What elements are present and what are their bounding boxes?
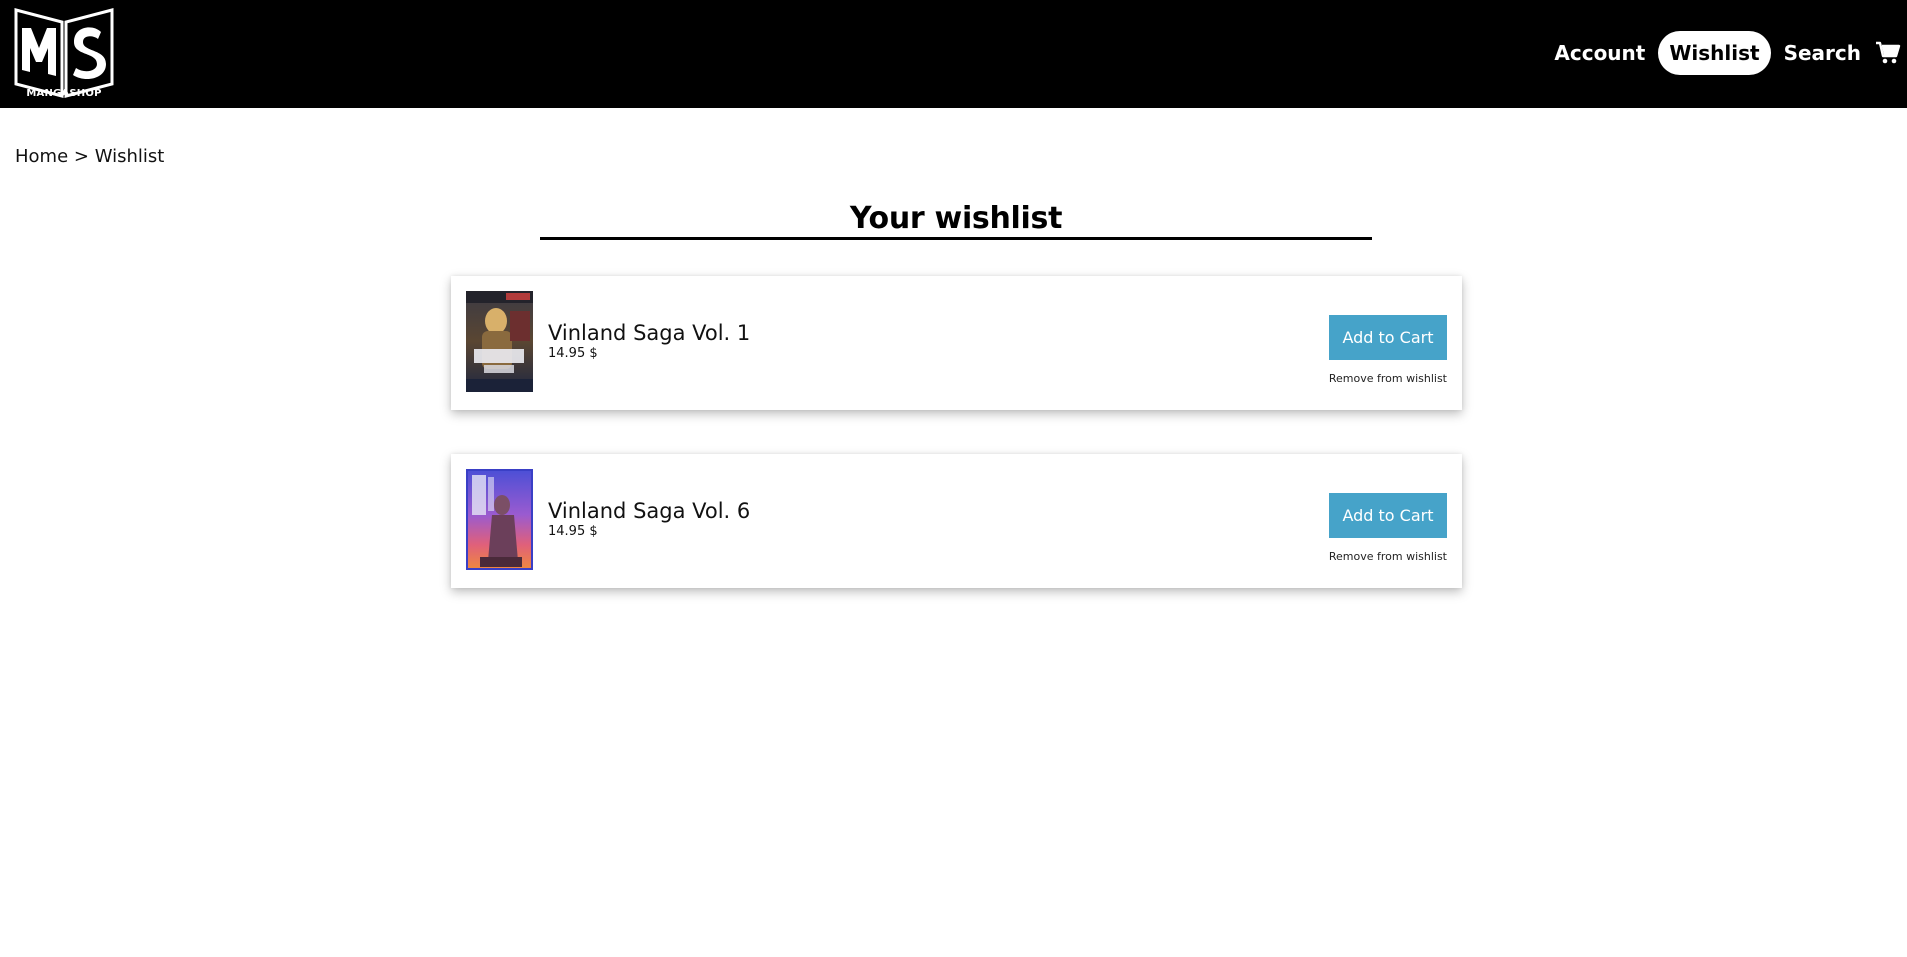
top-navigation-bar: MANGASHOP Account Wishlist Search	[0, 0, 1907, 108]
remove-from-wishlist-link[interactable]: Remove from wishlist	[1329, 372, 1447, 385]
shopping-cart-icon[interactable]	[1875, 41, 1901, 65]
nav-wishlist-link[interactable]: Wishlist	[1658, 31, 1771, 75]
mangashop-logo[interactable]: MANGASHOP	[13, 4, 115, 102]
main-nav: Account Wishlist Search	[1541, 31, 1907, 75]
breadcrumb-separator: >	[73, 146, 89, 167]
product-title[interactable]: Vinland Saga Vol. 1	[548, 321, 750, 345]
breadcrumb: Home > Wishlist	[15, 146, 164, 167]
product-cover-image[interactable]	[466, 469, 533, 570]
nav-account-link[interactable]: Account	[1544, 31, 1655, 75]
breadcrumb-home-link[interactable]: Home	[15, 146, 68, 167]
remove-from-wishlist-link[interactable]: Remove from wishlist	[1329, 550, 1447, 563]
page-title: Your wishlist	[849, 201, 1063, 236]
manga-cover-vol1-image	[466, 291, 533, 392]
logo-wordmark: MANGASHOP	[26, 88, 102, 99]
add-to-cart-button[interactable]: Add to Cart	[1329, 315, 1447, 360]
manga-cover-vol6-image	[466, 469, 533, 570]
add-to-cart-button[interactable]: Add to Cart	[1329, 493, 1447, 538]
title-underline-divider	[540, 237, 1372, 240]
wishlist-item-card: Vinland Saga Vol. 1 14.95 $ Add to Cart …	[451, 276, 1462, 410]
product-price: 14.95 $	[548, 346, 598, 361]
nav-search-link[interactable]: Search	[1774, 31, 1871, 75]
product-title[interactable]: Vinland Saga Vol. 6	[548, 499, 750, 523]
breadcrumb-current: Wishlist	[94, 146, 165, 167]
wishlist-item-card: Vinland Saga Vol. 6 14.95 $ Add to Cart …	[451, 454, 1462, 588]
product-cover-image[interactable]	[466, 291, 533, 392]
product-price: 14.95 $	[548, 524, 598, 539]
